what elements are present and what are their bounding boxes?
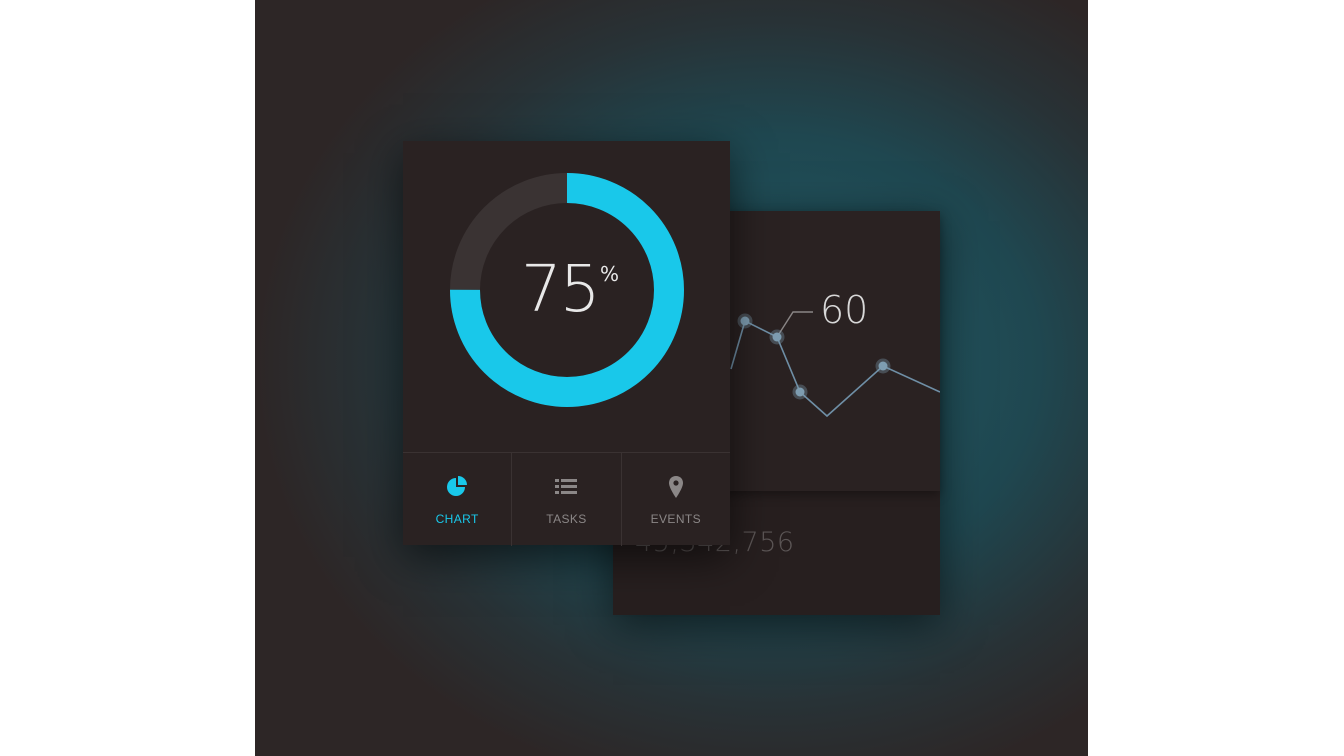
progress-value: 75 bbox=[521, 253, 600, 327]
progress-card: 75 % CHART TASKS EVENTS bbox=[403, 141, 730, 546]
line-series bbox=[730, 319, 940, 418]
tab-events[interactable]: EVENTS bbox=[620, 453, 730, 546]
data-point-1 bbox=[737, 313, 753, 329]
tab-chart[interactable]: CHART bbox=[403, 453, 511, 546]
tab-bar: CHART TASKS EVENTS bbox=[403, 452, 730, 546]
progress-unit: % bbox=[600, 262, 620, 286]
list-icon bbox=[555, 479, 578, 494]
data-point-3 bbox=[792, 384, 808, 400]
data-point-2 bbox=[769, 329, 785, 345]
pie-chart-icon bbox=[447, 476, 468, 496]
tab-label: EVENTS bbox=[650, 512, 702, 526]
tab-label: TASKS bbox=[546, 512, 587, 526]
callout-value: 60 bbox=[820, 288, 868, 332]
tab-label: CHART bbox=[435, 512, 479, 526]
data-point-4 bbox=[875, 358, 891, 374]
tab-tasks[interactable]: TASKS bbox=[511, 453, 620, 546]
map-pin-icon bbox=[668, 476, 683, 498]
